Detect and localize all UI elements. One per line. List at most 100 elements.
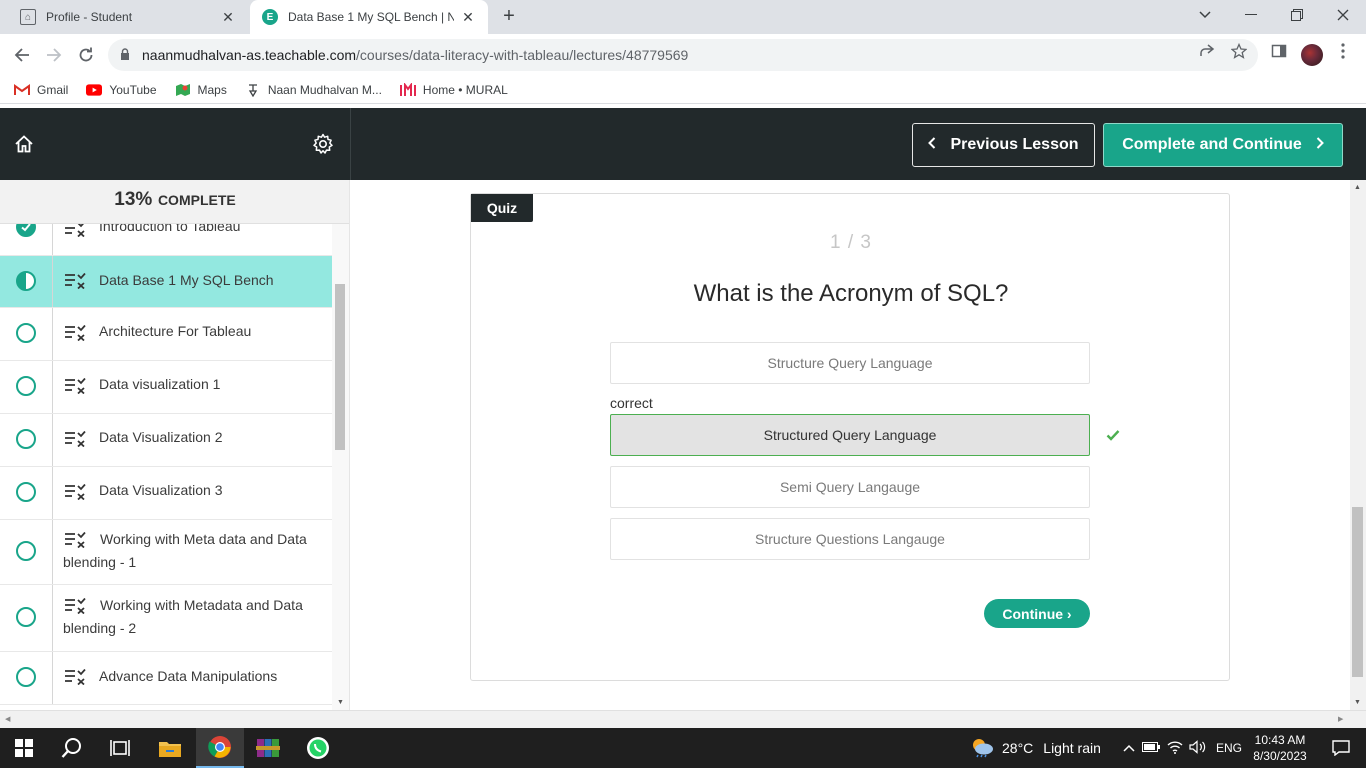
share-icon[interactable]	[1198, 42, 1216, 60]
continue-button[interactable]: Continue ›	[984, 599, 1090, 628]
profile-avatar[interactable]	[1301, 44, 1323, 66]
lesson-divider	[52, 585, 53, 651]
input-language[interactable]: ENG	[1216, 741, 1242, 755]
incomplete-circle-icon	[16, 323, 36, 343]
search-icon[interactable]	[48, 728, 96, 768]
task-view-icon[interactable]	[96, 728, 144, 768]
incomplete-circle-icon	[16, 429, 36, 449]
restore-icon[interactable]	[1274, 0, 1320, 30]
bookmark-maps[interactable]: Maps	[175, 83, 227, 97]
lesson-item-current[interactable]: Data Base 1 My SQL Bench	[0, 256, 332, 308]
lesson-title: Data Visualization 3	[99, 482, 223, 498]
menu-kebab-icon[interactable]	[1334, 42, 1352, 60]
new-tab-icon[interactable]: +	[498, 6, 520, 28]
lesson-title: Data Base 1 My SQL Bench	[99, 272, 274, 288]
sidebar-header	[0, 108, 350, 180]
whatsapp-icon[interactable]	[294, 728, 342, 768]
complete-and-continue-button[interactable]: Complete and Continue	[1103, 123, 1343, 167]
file-explorer-icon[interactable]	[146, 728, 194, 768]
page-scrollbar[interactable]: ▲ ▼	[1350, 180, 1366, 710]
bookmark-label: Maps	[197, 82, 227, 97]
address-bar[interactable]: naanmudhalvan-as.teachable.com/courses/d…	[108, 39, 1258, 71]
answer-option[interactable]: Semi Query Langauge	[610, 466, 1090, 508]
chrome-icon[interactable]	[196, 728, 244, 768]
lesson-divider	[52, 467, 53, 519]
close-tab-icon[interactable]: ✕	[460, 9, 476, 26]
gmail-icon	[14, 83, 30, 97]
lesson-divider	[52, 361, 53, 413]
url-host: naanmudhalvan-as.teachable.com	[142, 47, 357, 63]
browser-tab-strip: ⌂ Profile - Student ✕ E Data Base 1 My S…	[0, 0, 1366, 34]
chevron-right-icon	[1316, 136, 1324, 154]
volume-icon[interactable]	[1186, 739, 1210, 757]
bookmark-naan-mudhalvan[interactable]: Naan Mudhalvan M...	[245, 83, 382, 97]
gear-icon[interactable]	[311, 132, 335, 156]
scroll-up-arrow-icon[interactable]: ▲	[1354, 184, 1361, 191]
back-icon[interactable]	[10, 43, 34, 67]
bookmark-star-icon[interactable]	[1230, 42, 1248, 60]
answer-option-selected[interactable]: Structured Query Language	[610, 414, 1090, 456]
quiz-icon	[65, 378, 86, 394]
system-clock[interactable]: 10:43 AM 8/30/2023	[1250, 732, 1310, 764]
notification-center-icon[interactable]	[1318, 728, 1364, 768]
answer-option[interactable]: Structure Questions Langauge	[610, 518, 1090, 560]
windows-start-icon[interactable]	[0, 728, 48, 768]
lesson-item[interactable]: Data visualization 1	[0, 361, 332, 414]
quiz-icon	[65, 669, 86, 685]
clock-time: 10:43 AM	[1254, 733, 1306, 747]
progress-percent: 13%	[114, 189, 153, 210]
bookmark-gmail[interactable]: Gmail	[14, 83, 68, 97]
lesson-item[interactable]: Working with Metadata and Data blending …	[0, 585, 332, 652]
side-panel-icon[interactable]	[1270, 42, 1288, 60]
forward-icon[interactable]	[42, 43, 66, 67]
bookmark-youtube[interactable]: YouTube	[86, 83, 157, 97]
lesson-item[interactable]: Advance Data Manipulations	[0, 652, 332, 705]
horizontal-scrollbar[interactable]: ◀ ▶	[0, 710, 1366, 728]
lesson-divider	[52, 414, 53, 466]
scroll-right-arrow-icon[interactable]: ▶	[1338, 715, 1343, 723]
tab-title: Profile - Student	[46, 10, 133, 24]
home-icon[interactable]	[12, 132, 36, 156]
progress-label: COMPLETE	[157, 192, 236, 208]
lesson-item[interactable]: Working with Meta data and Data blending…	[0, 520, 332, 585]
weather-widget[interactable]: 28°C Light rain	[970, 728, 1101, 768]
reload-icon[interactable]	[74, 43, 98, 67]
tab-search-icon[interactable]	[1182, 0, 1228, 30]
battery-icon[interactable]	[1138, 741, 1164, 755]
browser-tab-profile[interactable]: ⌂ Profile - Student ✕	[8, 0, 248, 34]
scroll-left-arrow-icon[interactable]: ◀	[5, 715, 10, 723]
lesson-title: Data Visualization 2	[99, 429, 223, 445]
sidebar-scrollbar[interactable]: ▲ ▼	[332, 180, 349, 710]
bookmarks-bar: Gmail YouTube Maps Naan Mudhalvan M... H…	[0, 76, 1366, 104]
lesson-item[interactable]: Data Visualization 2	[0, 414, 332, 467]
page-scroll-thumb[interactable]	[1352, 507, 1363, 677]
close-window-icon[interactable]	[1320, 0, 1366, 30]
lesson-item[interactable]: Architecture For Tableau	[0, 308, 332, 361]
lesson-item[interactable]: Data Visualization 3	[0, 467, 332, 520]
bookmark-label: Gmail	[37, 82, 69, 97]
minimize-icon[interactable]	[1228, 0, 1274, 30]
sidebar-scroll-thumb[interactable]	[335, 284, 345, 450]
lesson-title: Working with Metadata and Data blending …	[63, 597, 303, 636]
answer-option[interactable]: Structure Query Language	[610, 342, 1090, 384]
quiz-icon	[65, 325, 86, 341]
in-progress-icon	[16, 271, 36, 291]
lesson-divider	[52, 520, 53, 584]
maps-icon	[175, 83, 191, 97]
scroll-down-arrow-icon[interactable]: ▼	[337, 699, 344, 706]
incomplete-circle-icon	[16, 541, 36, 561]
clock-date: 8/30/2023	[1253, 749, 1307, 763]
bookmark-mural[interactable]: Home • MURAL	[399, 82, 508, 97]
previous-lesson-button[interactable]: Previous Lesson	[912, 123, 1095, 167]
browser-tab-lesson[interactable]: E Data Base 1 My SQL Bench | Naa ✕	[250, 0, 488, 34]
question-counter: 1 / 3	[830, 232, 872, 253]
checkmark-icon	[1106, 430, 1120, 441]
scroll-down-arrow-icon[interactable]: ▼	[1354, 699, 1361, 706]
lesson-header: Previous Lesson Complete and Continue	[350, 108, 1366, 180]
show-hidden-icons-chevron-up-icon[interactable]	[1120, 741, 1138, 755]
weather-condition: Light rain	[1043, 740, 1101, 756]
winrar-icon[interactable]	[244, 728, 292, 768]
close-tab-icon[interactable]: ✕	[220, 9, 236, 26]
weather-cloud-rain-icon	[970, 736, 994, 761]
wifi-icon[interactable]	[1164, 740, 1186, 757]
